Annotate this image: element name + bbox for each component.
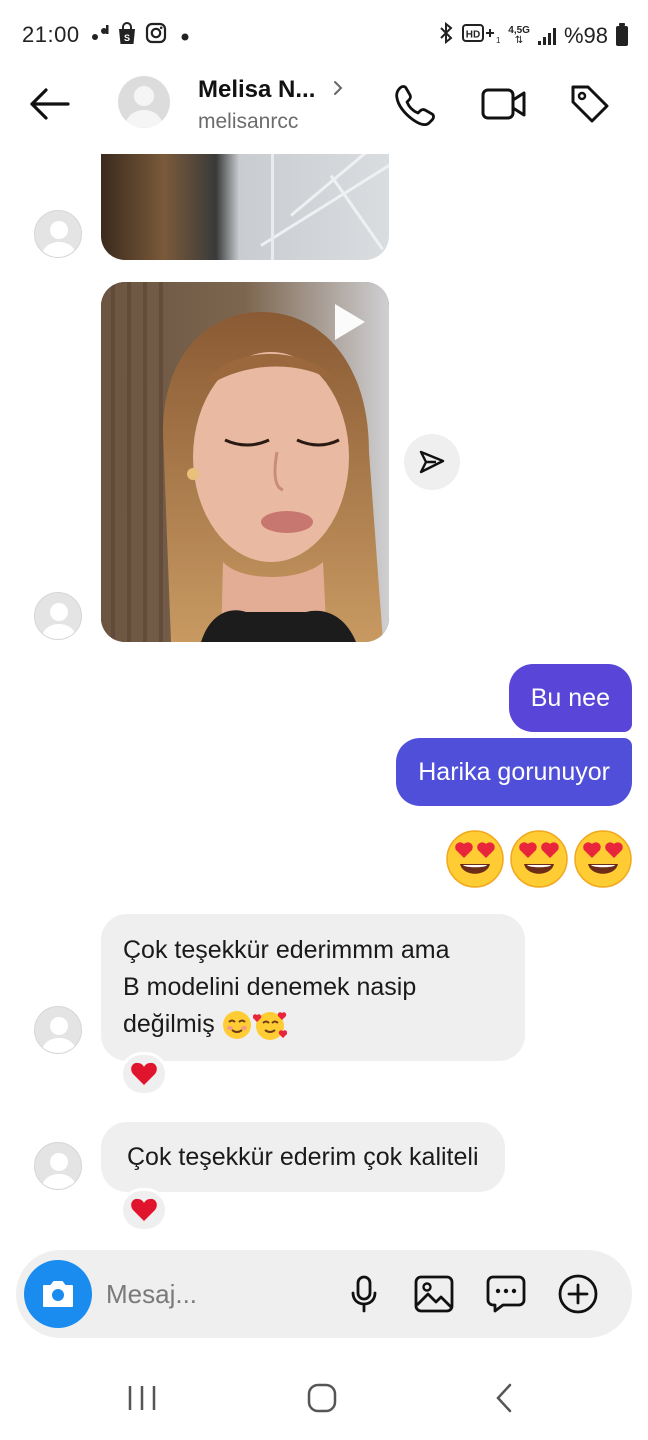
hd-volte-icon: HD 1 xyxy=(462,22,501,50)
home-button[interactable] xyxy=(292,1376,352,1420)
heart-icon xyxy=(131,1198,157,1221)
status-time: 21:00 xyxy=(22,22,80,47)
svg-text:HD: HD xyxy=(466,30,480,41)
status-bar: 21:00 S HD 1 4,5G ⇅ %98 xyxy=(0,0,648,72)
instagram-icon xyxy=(145,22,167,51)
svg-text:S: S xyxy=(124,33,130,43)
plus-circle-icon xyxy=(558,1274,598,1314)
outgoing-message[interactable]: Harika gorunuyor xyxy=(396,738,632,806)
home-icon xyxy=(307,1383,337,1413)
chat-bubble-icon xyxy=(486,1275,526,1313)
image-icon xyxy=(414,1275,454,1313)
heart-eyes-emoji-icon xyxy=(510,830,568,888)
recent-apps-icon xyxy=(128,1386,156,1410)
contact-name[interactable]: Melisa N... xyxy=(198,76,315,104)
label-button[interactable] xyxy=(566,82,614,126)
chat-header: Melisa N... melisanrcc xyxy=(0,72,648,154)
back-chevron-icon xyxy=(496,1383,512,1413)
reaction-badge[interactable] xyxy=(120,1188,168,1232)
sender-avatar[interactable] xyxy=(34,210,82,258)
paper-plane-icon xyxy=(419,450,445,474)
shared-video[interactable] xyxy=(101,282,389,642)
microphone-icon xyxy=(351,1275,377,1313)
sender-avatar[interactable] xyxy=(34,1142,82,1190)
incoming-message[interactable]: Çok teşekkür ederim çok kaliteli xyxy=(101,1122,505,1192)
dot-icon xyxy=(180,22,190,53)
sender-avatar[interactable] xyxy=(34,1006,82,1054)
voicemail-icon xyxy=(88,22,112,53)
tag-icon xyxy=(571,85,609,123)
message-line: değilmiş xyxy=(123,1006,503,1043)
data-arrows-icon: 4,5G ⇅ xyxy=(508,25,530,46)
shopping-bag-icon: S xyxy=(116,22,138,53)
smiling-hearts-emoji-icon xyxy=(252,1011,287,1040)
more-options-button[interactable] xyxy=(556,1272,600,1316)
back-arrow-icon xyxy=(30,88,70,120)
sender-avatar[interactable] xyxy=(34,592,82,640)
heart-icon xyxy=(131,1062,157,1085)
status-icons: HD 1 4,5G ⇅ %98 xyxy=(438,21,628,50)
camera-icon xyxy=(43,1281,73,1307)
message-line: Çok teşekkür ederimmm ama xyxy=(123,936,450,964)
video-thumbnail xyxy=(101,282,389,642)
message-text: Bu nee xyxy=(530,683,610,712)
reaction-badge[interactable] xyxy=(120,1052,168,1096)
emoji-message[interactable] xyxy=(446,830,632,888)
default-avatar-icon xyxy=(40,1153,78,1189)
outgoing-message[interactable]: Bu nee xyxy=(508,664,632,732)
contact-username[interactable]: melisanrcc xyxy=(198,110,298,134)
default-avatar-icon xyxy=(124,86,164,128)
contact-avatar[interactable] xyxy=(118,76,170,128)
voice-call-button[interactable] xyxy=(390,82,438,126)
bluetooth-icon xyxy=(438,21,454,50)
battery-icon xyxy=(616,23,628,46)
shared-photo[interactable] xyxy=(101,154,389,260)
default-avatar-icon xyxy=(40,603,78,639)
back-nav-button[interactable] xyxy=(474,1376,534,1420)
message-input[interactable] xyxy=(106,1272,336,1316)
svg-text:1: 1 xyxy=(496,36,500,44)
gallery-button[interactable] xyxy=(412,1272,456,1316)
recent-apps-button[interactable] xyxy=(112,1376,172,1420)
back-button[interactable] xyxy=(26,84,76,124)
heart-eyes-emoji-icon xyxy=(446,830,504,888)
video-call-button[interactable] xyxy=(480,82,528,126)
message-line: B modelini denemek nasip xyxy=(123,973,417,1001)
chevron-right-icon[interactable] xyxy=(332,78,344,104)
camera-button[interactable] xyxy=(24,1260,92,1328)
signal-icon xyxy=(537,27,556,45)
voice-message-button[interactable] xyxy=(342,1272,386,1316)
default-avatar-icon xyxy=(40,1017,78,1053)
heart-eyes-emoji-icon xyxy=(574,830,632,888)
battery-level: %98 xyxy=(563,23,608,48)
default-avatar-icon xyxy=(40,221,78,257)
message-composer xyxy=(16,1250,632,1338)
sticker-button[interactable] xyxy=(484,1272,528,1316)
message-text: Çok teşekkür ederim çok kaliteli xyxy=(127,1142,479,1171)
smiling-emoji-icon xyxy=(222,1010,251,1039)
message-text: Harika gorunuyor xyxy=(418,757,610,786)
system-nav-bar xyxy=(0,1356,648,1440)
incoming-message[interactable]: Çok teşekkür ederimmm ama B modelini den… xyxy=(101,914,525,1061)
phone-icon xyxy=(395,85,435,126)
message-text: değilmiş xyxy=(123,1010,215,1038)
video-camera-icon xyxy=(481,88,526,120)
share-button[interactable] xyxy=(404,434,460,490)
